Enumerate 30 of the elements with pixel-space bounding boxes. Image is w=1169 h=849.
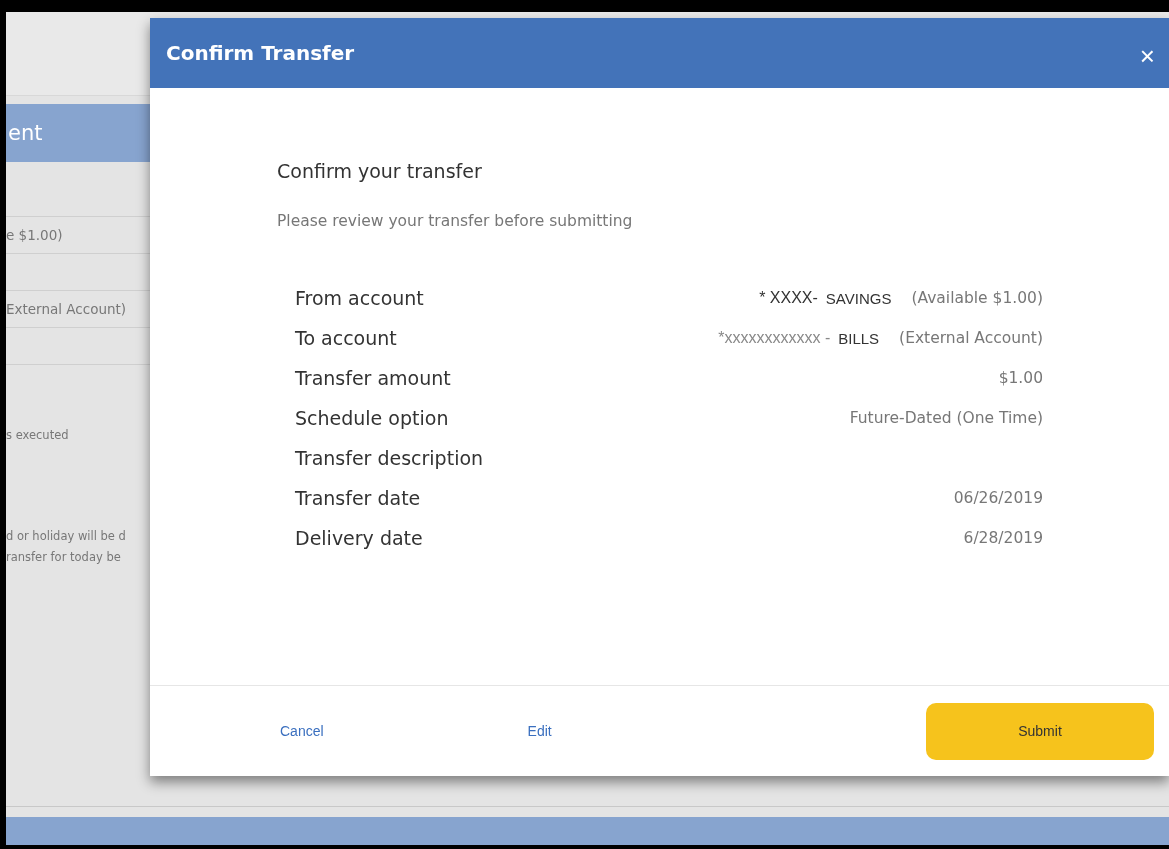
submit-button[interactable]: Submit — [926, 702, 1154, 760]
note-text: s executed — [6, 427, 70, 444]
detail-label: From account — [295, 287, 424, 309]
field-value: External Account) — [6, 301, 127, 317]
confirm-subtitle: Please review your transfer before submitting — [277, 212, 634, 230]
note-text: ransfer for today be — [6, 549, 122, 566]
detail-value: 6/28/2019 — [963, 529, 1043, 547]
detail-value: (External Account) — [899, 329, 1043, 347]
detail-label: To account — [295, 327, 397, 349]
detail-label: Schedule option — [295, 407, 449, 429]
detail-value: SAVINGS — [825, 289, 892, 307]
close-button[interactable]: × — [1139, 40, 1155, 72]
note-text: d or holiday will be d — [6, 528, 127, 545]
detail-label: Transfer description — [295, 447, 484, 469]
detail-value: $1.00 — [998, 369, 1043, 387]
detail-value: Future-Dated (One Time) — [849, 409, 1043, 427]
detail-value: BILLS — [838, 329, 880, 347]
section-title: ent — [8, 121, 43, 145]
detail-label: Transfer amount — [295, 367, 451, 389]
field-value: e $1.00) — [6, 227, 63, 243]
edit-link[interactable]: Edit — [525, 719, 554, 743]
detail-label: Delivery date — [295, 527, 423, 549]
detail-value: *xxxxxxxxxxxx - — [718, 329, 831, 347]
detail-value: (Available $1.00) — [911, 289, 1043, 307]
detail-value: 06/26/2019 — [953, 489, 1043, 507]
dialog-title: Confirm Transfer — [166, 41, 355, 65]
detail-label: Transfer date — [295, 487, 421, 509]
cancel-link[interactable]: Cancel — [278, 719, 326, 743]
confirm-heading: Confirm your transfer — [277, 160, 483, 182]
detail-value: * XXXX- — [759, 289, 818, 307]
